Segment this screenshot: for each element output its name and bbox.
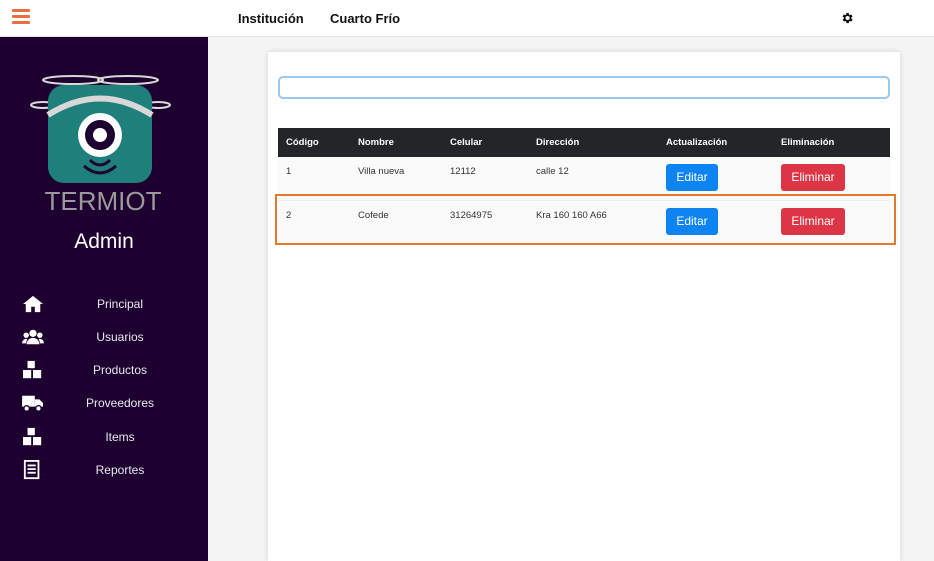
sidebar-item-label: Items	[105, 430, 135, 444]
gear-icon[interactable]	[840, 11, 854, 25]
col-header-actualizacion: Actualización	[666, 137, 728, 148]
sidebar-item-usuarios[interactable]: Usuarios	[0, 324, 208, 350]
sidebar-item-label: Productos	[92, 363, 148, 377]
cell-codigo: 2	[286, 209, 292, 221]
col-header-codigo: Código	[286, 137, 319, 148]
sidebar-item-principal[interactable]: Principal	[0, 291, 208, 317]
cell-direccion: Kra 160 160 A66	[536, 209, 607, 221]
cell-codigo: 1	[286, 166, 292, 177]
edit-button[interactable]: Editar	[666, 207, 718, 235]
cell-direccion: calle 12	[536, 166, 569, 177]
home-icon	[23, 295, 43, 313]
cell-nombre: Villa nueva	[358, 166, 405, 177]
cell-actualizacion: Editar	[658, 157, 773, 200]
table-row: 2 Cofede 31264975 Kra 160 160 A66 Editar…	[278, 200, 890, 243]
delete-button[interactable]: Eliminar	[781, 207, 845, 235]
sidebar-item-label: Proveedores	[85, 396, 155, 410]
nav-link-cuarto-frio[interactable]: Cuarto Frío	[330, 11, 400, 26]
cell-celular: 12112	[450, 166, 476, 177]
sidebar-item-label: Usuarios	[96, 330, 144, 344]
cell-celular: 31264975	[450, 209, 493, 221]
table-row: 1 Villa nueva 12112 calle 12 Editar Elim…	[278, 157, 890, 200]
hamburger-icon[interactable]	[12, 9, 30, 25]
termiot-logo: TERMIOT	[30, 75, 171, 216]
role-title: Admin	[74, 230, 134, 253]
providers-table: Código Nombre Celular Dirección Actualiz…	[278, 128, 890, 244]
search-input[interactable]	[278, 76, 890, 99]
top-bar: Institución Cuarto Frío	[0, 0, 934, 37]
logo-text: TERMIOT	[45, 186, 162, 216]
sidebar-item-label: Reportes	[95, 463, 145, 477]
col-header-direccion: Dirección	[536, 137, 580, 148]
delete-button[interactable]: Eliminar	[781, 164, 845, 191]
col-header-celular: Celular	[450, 137, 483, 148]
cell-eliminacion: Eliminar	[773, 157, 890, 200]
sidebar-item-reportes[interactable]: Reportes	[0, 457, 208, 483]
nav-link-institucion[interactable]: Institución	[238, 11, 304, 26]
truck-icon	[22, 395, 43, 412]
cell-actualizacion: Editar	[658, 200, 773, 243]
col-header-nombre: Nombre	[358, 137, 394, 148]
edit-button[interactable]: Editar	[666, 164, 718, 191]
sidebar-item-proveedores[interactable]: Proveedores	[0, 390, 208, 416]
content-card: Código Nombre Celular Dirección Actualiz…	[268, 52, 900, 561]
boxes-icon	[23, 360, 42, 379]
users-icon	[22, 329, 44, 345]
cell-eliminacion: Eliminar	[773, 200, 890, 243]
sidebar-item-productos[interactable]: Productos	[0, 357, 208, 383]
report-icon	[23, 460, 40, 480]
sidebar-item-items[interactable]: Items	[0, 424, 208, 450]
sidebar: TERMIOT Admin Principal Usuarios Product…	[0, 37, 208, 561]
table-header-row: Código Nombre Celular Dirección Actualiz…	[278, 128, 890, 157]
col-header-eliminacion: Eliminación	[781, 137, 835, 148]
sidebar-item-label: Principal	[96, 297, 144, 311]
cell-nombre: Cofede	[358, 209, 389, 221]
boxes-icon	[23, 427, 42, 446]
